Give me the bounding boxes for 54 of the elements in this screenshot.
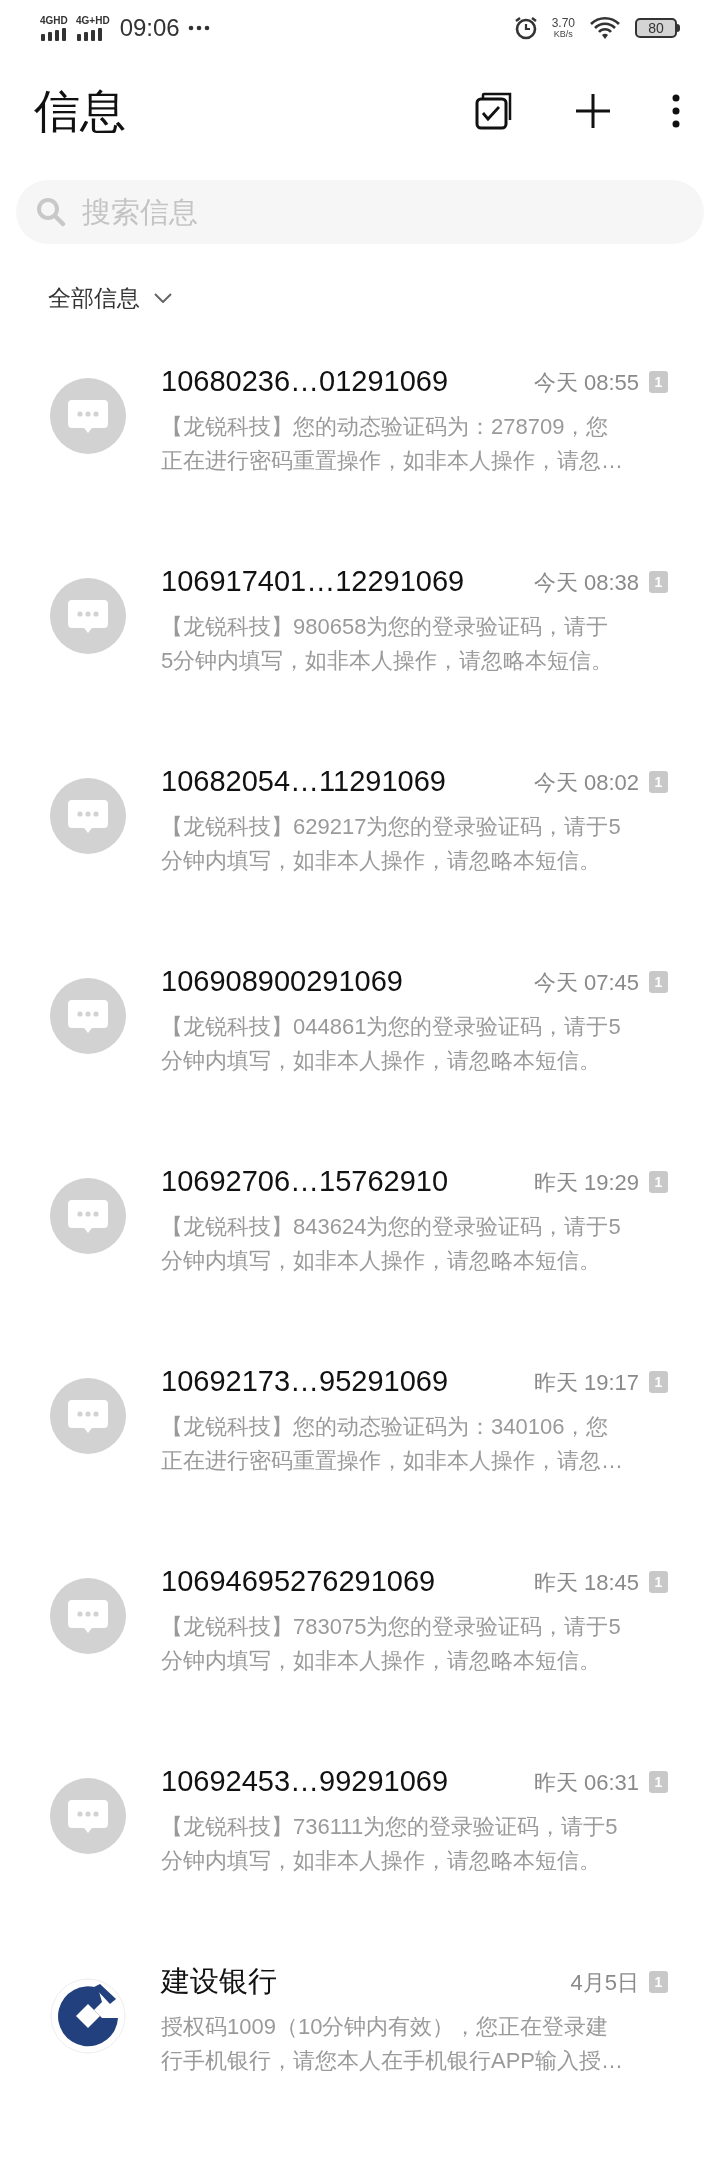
multi-select-icon[interactable] (474, 91, 514, 131)
speed-unit: KB/s (553, 30, 573, 39)
sender-name: 106917401…12291069 (161, 564, 465, 600)
add-icon[interactable] (574, 92, 612, 130)
battery-indicator: 80 (635, 18, 677, 38)
more-icon[interactable] (672, 94, 680, 128)
message-time: 今天 08:38 (533, 568, 639, 597)
message-avatar-icon (50, 1178, 126, 1254)
filter-dropdown[interactable]: 全部信息 (48, 280, 140, 316)
message-time: 今天 08:02 (533, 768, 639, 797)
message-avatar-icon (50, 578, 126, 654)
page-title: 信息 (34, 83, 126, 139)
sender-name: 10692706…15762910 (161, 1164, 449, 1200)
message-avatar-icon (50, 778, 126, 854)
message-time: 昨天 18:45 (533, 1568, 639, 1597)
alarm-icon (513, 16, 538, 40)
message-preview: 【龙锐科技】980658为您的登录验证码，请于 5分钟内填写，如非本人操作，请忽略本短信。 (161, 613, 615, 675)
message-avatar-icon (50, 1778, 126, 1854)
message-avatar-icon (50, 378, 126, 454)
message-time: 4月5日 (570, 1968, 639, 1997)
sender-name: 106908900291069 (161, 964, 403, 1000)
clock-time: 09:06 (119, 13, 180, 43)
message-preview: 授权码1009（10分钟内有效），您正在登录建 行手机银行，请您本人在手机银行APP输入授… (161, 2013, 625, 2075)
message-time: 昨天 19:29 (533, 1168, 639, 1197)
wifi-icon (589, 16, 621, 40)
message-time: 昨天 06:31 (533, 1768, 639, 1797)
message-time: 今天 07:45 (533, 968, 639, 997)
bank-logo-icon (50, 1978, 126, 2054)
message-avatar-icon (50, 1578, 126, 1654)
message-time: 昨天 19:17 (533, 1368, 639, 1397)
network-label: 4G+HD (76, 15, 110, 26)
signal-icon (76, 27, 104, 41)
signal-icon (40, 27, 68, 41)
message-preview: 【龙锐科技】044861为您的登录验证码，请于5 分钟内填写，如非本人操作，请忽略本短信。 (161, 1013, 622, 1075)
message-avatar-icon (50, 978, 126, 1054)
message-preview: 【龙锐科技】629217为您的登录验证码，请于5 分钟内填写，如非本人操作，请忽略本短信。 (161, 813, 622, 875)
message-preview: 【龙锐科技】您的动态验证码为：340106，您 正在进行密码重置操作，如非本人操作，请忽… (161, 1413, 624, 1475)
more-notifications-icon (187, 25, 210, 31)
speed-value: 3.70 (551, 17, 575, 29)
message-preview: 【龙锐科技】783075为您的登录验证码，请于5 分钟内填写，如非本人操作，请忽略本短信。 (161, 1613, 622, 1675)
message-avatar-icon (50, 1378, 126, 1454)
sender-name: 10682054…11291069 (161, 764, 446, 800)
sender-name: 10680236…01291069 (161, 364, 449, 400)
network-label: 4GHD (40, 15, 68, 26)
sender-name: 10694695276291069 (161, 1564, 436, 1600)
message-preview: 【龙锐科技】您的动态验证码为：278709，您 正在进行密码重置操作，如非本人操作，请忽… (161, 413, 624, 475)
message-preview: 【龙锐科技】736111为您的登录验证码，请于5 分钟内填写，如非本人操作，请忽略本短信。 (161, 1813, 619, 1875)
chevron-down-icon[interactable] (154, 293, 172, 303)
sender-name: 建设银行 (161, 1964, 277, 2000)
search-icon (36, 197, 66, 227)
message-preview: 【龙锐科技】843624为您的登录验证码，请于5 分钟内填写，如非本人操作，请忽略本短信。 (161, 1213, 622, 1275)
message-time: 今天 08:55 (533, 368, 639, 397)
sender-name: 10692173…95291069 (161, 1364, 449, 1400)
sender-name: 10692453…99291069 (161, 1764, 449, 1800)
